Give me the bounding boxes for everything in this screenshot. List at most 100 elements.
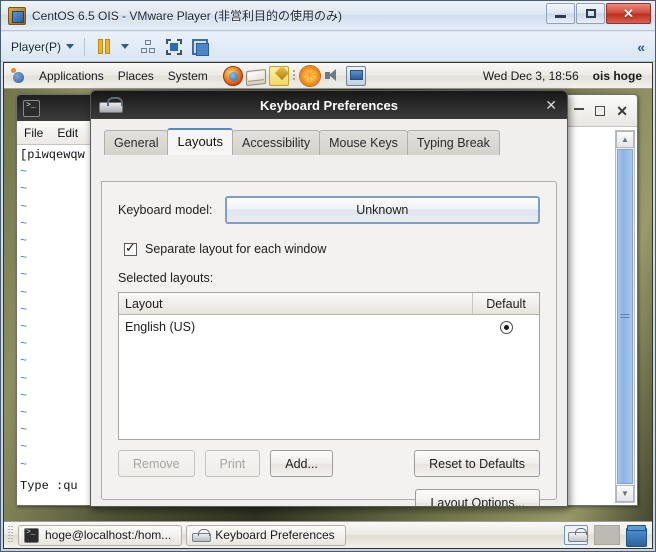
vi-tilde: ~ <box>20 320 28 335</box>
tab-accessibility[interactable]: Accessibility <box>232 130 321 155</box>
terminal-icon <box>24 527 39 543</box>
vi-tilde: ~ <box>20 251 28 266</box>
keyboard-model-label: Keyboard model: <box>118 203 213 217</box>
add-button[interactable]: Add... <box>270 450 333 477</box>
taskbar-tray <box>564 525 648 547</box>
terminal-first-line: [piwqewqw <box>20 148 85 162</box>
terminal-titlebar <box>17 95 98 121</box>
close-button[interactable]: ✕ <box>606 3 651 24</box>
tab-general[interactable]: General <box>104 130 169 155</box>
fullscreen-icon[interactable] <box>163 36 185 58</box>
firefox-icon[interactable] <box>222 65 243 86</box>
column-header-layout[interactable]: Layout <box>119 293 473 314</box>
vi-tilde: ~ <box>20 371 28 386</box>
taskbar-item-terminal[interactable]: hoge@localhost:/hom... <box>18 524 183 546</box>
taskbar-handle[interactable] <box>8 526 14 544</box>
text-editor-icon[interactable] <box>268 65 289 86</box>
column-header-default[interactable]: Default <box>473 293 539 314</box>
removable-devices-icon[interactable] <box>137 36 159 58</box>
layout-name: English (US) <box>125 320 196 334</box>
brightness-sun-icon[interactable] <box>299 65 320 86</box>
layouts-tab-panel: Keyboard model: Unknown Separate layout … <box>101 181 557 506</box>
pause-icon[interactable] <box>93 36 115 58</box>
panel-clock[interactable]: Wed Dec 3, 18:56 <box>483 69 579 83</box>
gnome-top-panel: Applications Places System Wed Dec 3, 18… <box>4 63 652 89</box>
trash-icon[interactable] <box>626 525 647 547</box>
restore-icon <box>585 9 596 18</box>
vi-tilde: ~ <box>20 199 28 214</box>
vi-tilde: ~ <box>20 337 28 352</box>
dialog-titlebar: Keyboard Preferences ✕ <box>91 91 567 119</box>
close-icon: ✕ <box>623 5 634 21</box>
keyboard-model-row: Keyboard model: Unknown <box>118 196 540 224</box>
vi-tilde: ~ <box>20 440 28 455</box>
layouts-list[interactable]: Layout Default English (US) <box>118 292 540 440</box>
separate-layout-checkbox-row[interactable]: Separate layout for each window <box>124 240 540 256</box>
vi-tilde: ~ <box>20 354 28 369</box>
maximize-icon[interactable] <box>595 105 606 116</box>
evolution-mail-icon[interactable] <box>245 68 266 87</box>
collapse-toolbar-button[interactable]: « <box>637 39 649 55</box>
layout-actions-row: Remove Print Add... Reset to Defaults <box>118 450 540 477</box>
panel-user[interactable]: ois hoge <box>593 69 642 83</box>
menu-places[interactable]: Places <box>111 67 161 85</box>
terminal-window[interactable]: File Edit [piwqewqw ~ ~ ~ ~ ~ ~ ~ ~ ~ ~ … <box>16 94 99 506</box>
terminal-icon <box>23 99 40 117</box>
vi-tilde: ~ <box>20 216 28 231</box>
scrollbar-grip <box>620 313 630 320</box>
tab-layouts[interactable]: Layouts <box>167 128 234 155</box>
vi-tilde: ~ <box>20 165 28 180</box>
vi-tilde: ~ <box>20 285 28 300</box>
host-window-title: CentOS 6.5 OIS - VMware Player (非営利目的の使用… <box>32 9 343 23</box>
print-button[interactable]: Print <box>204 450 261 477</box>
tab-typing-break[interactable]: Typing Break <box>406 130 500 155</box>
tray-blank-applet[interactable] <box>594 525 620 545</box>
scroll-down-icon[interactable]: ▼ <box>616 485 634 502</box>
dialog-body: General Layouts Accessibility Mouse Keys… <box>91 119 567 506</box>
vmware-icon <box>8 6 26 25</box>
minimize-icon[interactable] <box>574 108 585 110</box>
unity-icon[interactable] <box>189 36 211 58</box>
panel-separator <box>292 68 297 84</box>
remove-button[interactable]: Remove <box>118 450 195 477</box>
keyboard-indicator-icon[interactable] <box>564 525 588 545</box>
layout-options-button[interactable]: Layout Options... <box>415 489 540 506</box>
menu-applications[interactable]: Applications <box>32 67 111 85</box>
vmware-toolbar: Player(P) « <box>1 32 655 62</box>
minimize-icon <box>555 15 566 18</box>
scroll-up-icon[interactable]: ▲ <box>616 131 634 148</box>
separate-layout-checkbox[interactable] <box>124 240 137 256</box>
terminal-menu-edit[interactable]: Edit <box>57 126 78 140</box>
tab-mouse-keys[interactable]: Mouse Keys <box>319 130 408 155</box>
close-icon[interactable]: ✕ <box>616 104 628 118</box>
host-titlebar: CentOS 6.5 OIS - VMware Player (非営利目的の使用… <box>1 1 655 31</box>
chevron-down-icon <box>66 44 75 49</box>
default-layout-radio[interactable] <box>499 320 513 334</box>
keyboard-model-button[interactable]: Unknown <box>224 196 540 224</box>
taskbar-item-terminal-label: hoge@localhost:/hom... <box>45 528 172 542</box>
gnome-foot-icon <box>10 67 27 84</box>
keyboard-icon <box>192 528 212 542</box>
table-row[interactable]: English (US) <box>119 315 539 339</box>
pause-chevron-down-icon[interactable] <box>121 44 130 49</box>
layouts-list-header: Layout Default <box>119 293 539 315</box>
terminal-content[interactable]: [piwqewqw ~ ~ ~ ~ ~ ~ ~ ~ ~ ~ ~ ~ ~ ~ ~ … <box>17 145 98 505</box>
terminal-status-line: Type :qu <box>17 479 98 493</box>
vertical-scrollbar[interactable]: ▲ ▼ <box>615 130 635 503</box>
taskbar-item-keyboard-preferences[interactable]: Keyboard Preferences <box>186 524 346 546</box>
menu-system[interactable]: System <box>161 67 215 85</box>
minimize-button[interactable] <box>546 3 575 24</box>
dialog-title: Keyboard Preferences <box>259 97 398 113</box>
background-window[interactable]: ✕ ▲ ▼ <box>565 94 638 506</box>
taskbar-item-keyboard-label: Keyboard Preferences <box>215 528 335 542</box>
background-window-titlebar: ✕ <box>566 95 637 127</box>
restore-button[interactable] <box>576 3 605 24</box>
terminal-menu-file[interactable]: File <box>24 126 43 140</box>
volume-icon[interactable] <box>323 66 343 86</box>
dialog-close-icon[interactable]: ✕ <box>545 98 557 112</box>
reset-to-defaults-button[interactable]: Reset to Defaults <box>414 450 540 477</box>
scrollbar-thumb[interactable] <box>617 149 633 484</box>
network-display-icon[interactable] <box>345 65 366 86</box>
player-menu-button[interactable]: Player(P) <box>7 38 78 56</box>
default-radio-cell[interactable] <box>473 320 539 334</box>
